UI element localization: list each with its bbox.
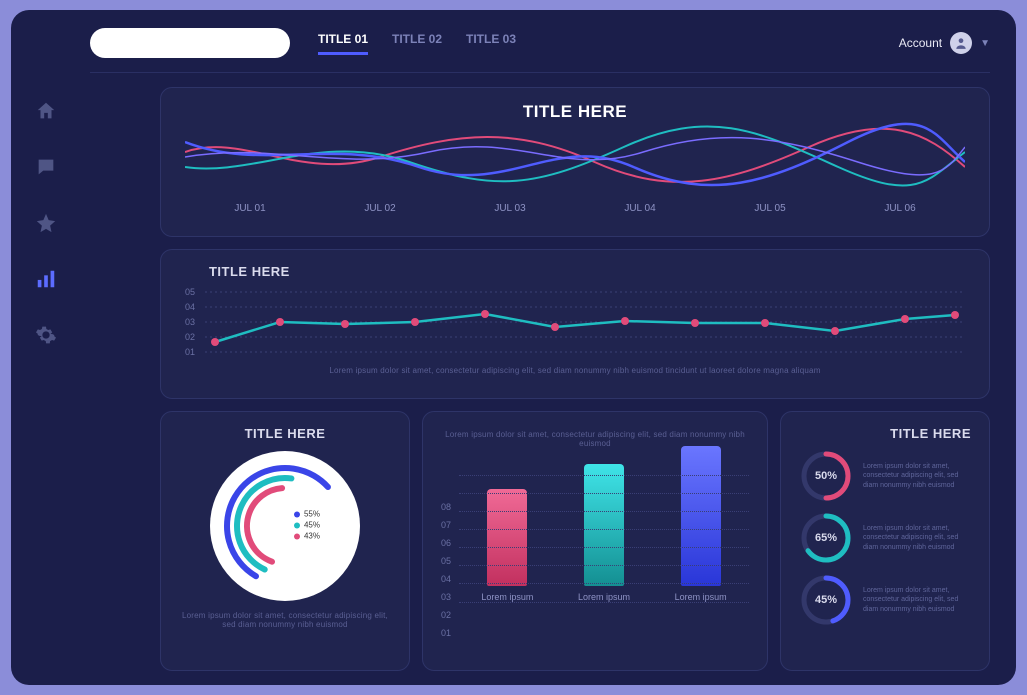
tab-03[interactable]: TITLE 03 <box>466 32 516 55</box>
gear-icon <box>35 324 57 346</box>
header: TITLE 01 TITLE 02 TITLE 03 Account ▼ <box>90 28 990 73</box>
tabs: TITLE 01 TITLE 02 TITLE 03 <box>318 32 516 55</box>
pie-lorem: Lorem ipsum dolor sit amet, consectetur … <box>179 611 391 629</box>
avatar <box>950 32 972 54</box>
content: TITLE HERE JUL 01 JUL 02 JUL 03 JUL 04 J… <box>160 87 990 671</box>
tab-02[interactable]: TITLE 02 <box>392 32 442 55</box>
stat-row: 50% Lorem ipsum dolor sit amet, consecte… <box>799 449 971 503</box>
tab-01[interactable]: TITLE 01 <box>318 32 368 55</box>
bar-yaxis: 01 02 03 04 05 06 07 08 <box>441 458 451 660</box>
stat-row: 45% Lorem ipsum dolor sit amet, consecte… <box>799 573 971 627</box>
star-icon <box>35 212 57 234</box>
ring-chart: 65% <box>799 511 853 565</box>
stat-row: 65% Lorem ipsum dolor sit amet, consecte… <box>799 511 971 565</box>
ring-chart: 50% <box>799 449 853 503</box>
pie-card: TITLE HERE 55% 45% 43% <box>160 411 410 671</box>
wave-xaxis: JUL 01 JUL 02 JUL 03 JUL 04 JUL 05 JUL 0… <box>185 203 965 214</box>
sidebar-item-chart[interactable] <box>35 268 57 290</box>
chevron-down-icon: ▼ <box>980 38 990 49</box>
sidebar-item-home[interactable] <box>35 100 57 122</box>
sidebar <box>11 10 82 685</box>
line-chart-lorem: Lorem ipsum dolor sit amet, consectetur … <box>185 366 965 375</box>
ring-chart: 45% <box>799 573 853 627</box>
pie-legend: 55% 45% 43% <box>294 510 320 543</box>
search-field[interactable] <box>108 36 285 51</box>
chat-icon <box>35 156 57 178</box>
bar-chart-icon <box>35 268 57 290</box>
app-window: TITLE 01 TITLE 02 TITLE 03 Account ▼ TIT… <box>11 10 1016 685</box>
xaxis-label: JUL 02 <box>364 203 395 214</box>
bar-col: Lorem ipsum <box>477 489 537 602</box>
xaxis-label: JUL 04 <box>624 203 655 214</box>
sidebar-item-star[interactable] <box>35 212 57 234</box>
bar-chart: Lorem ipsum Lorem ipsum Lorem ipsum <box>459 458 749 603</box>
bar-card: Lorem ipsum dolor sit amet, consectetur … <box>422 411 768 671</box>
pie-title: TITLE HERE <box>179 426 391 441</box>
line-chart-card: TITLE HERE 05 04 03 02 01 <box>160 249 990 399</box>
top-wave-card: TITLE HERE JUL 01 JUL 02 JUL 03 JUL 04 J… <box>160 87 990 237</box>
main-area: TITLE 01 TITLE 02 TITLE 03 Account ▼ TIT… <box>82 10 1016 685</box>
bar-col: Lorem ipsum <box>574 464 634 602</box>
bottom-row: TITLE HERE 55% 45% 43% <box>160 411 990 671</box>
stats-card: TITLE HERE 50% Lorem ipsum dolor sit ame… <box>780 411 990 671</box>
stats-title: TITLE HERE <box>799 426 971 441</box>
xaxis-label: JUL 01 <box>234 203 265 214</box>
sidebar-item-settings[interactable] <box>35 324 57 346</box>
top-chart-title: TITLE HERE <box>185 102 965 122</box>
pie-chart: 55% 45% 43% <box>210 451 360 601</box>
wave-chart <box>185 122 965 192</box>
search-input[interactable] <box>90 28 290 58</box>
user-icon <box>954 36 968 50</box>
line-chart-title: TITLE HERE <box>209 264 965 279</box>
home-icon <box>35 100 57 122</box>
xaxis-label: JUL 05 <box>754 203 785 214</box>
line-yaxis: 05 04 03 02 01 <box>185 287 195 362</box>
bar-col: Lorem ipsum <box>671 446 731 602</box>
xaxis-label: JUL 03 <box>494 203 525 214</box>
sidebar-item-chat[interactable] <box>35 156 57 178</box>
account-label: Account <box>899 36 942 50</box>
account-menu[interactable]: Account ▼ <box>899 32 990 54</box>
line-chart <box>205 287 965 362</box>
xaxis-label: JUL 06 <box>884 203 915 214</box>
